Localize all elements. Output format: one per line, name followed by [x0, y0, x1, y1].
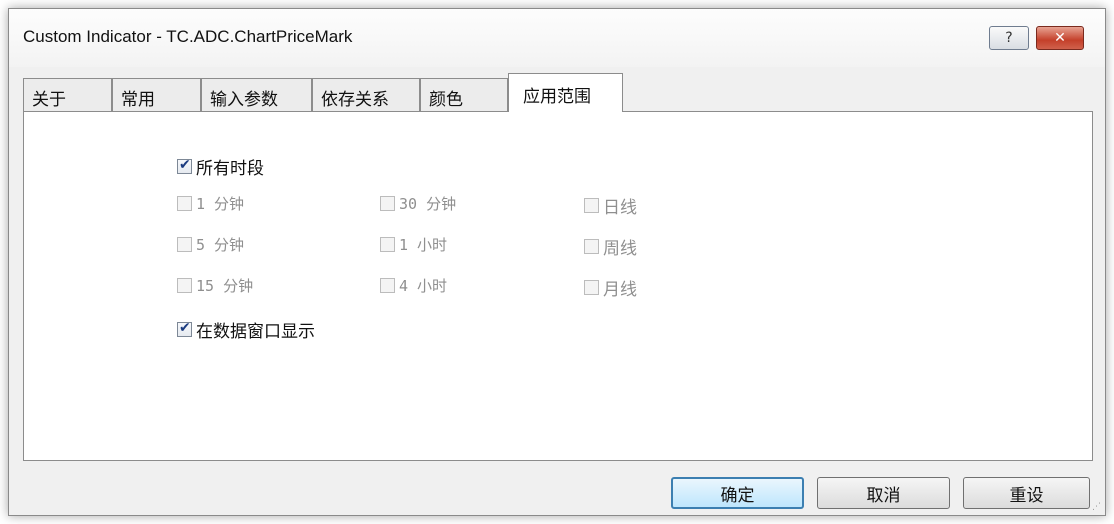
checkbox-label: 1 分钟: [196, 195, 245, 213]
title-bar[interactable]: Custom Indicator - TC.ADC.ChartPriceMark…: [9, 9, 1105, 67]
period-checkbox-m30[interactable]: 30 分钟: [380, 193, 456, 214]
tab-inputs[interactable]: 输入参数: [201, 78, 312, 111]
checkbox-icon[interactable]: [177, 237, 192, 252]
resize-grip-icon[interactable]: ⋰: [1092, 502, 1102, 512]
checkbox-label: 周线: [603, 239, 637, 259]
tab-visualization[interactable]: 应用范围: [508, 73, 623, 112]
close-button[interactable]: ✕: [1036, 26, 1084, 50]
period-checkbox-h1[interactable]: 1 小时: [380, 234, 447, 255]
tab-about[interactable]: 关于: [23, 78, 112, 111]
close-icon: ✕: [1054, 30, 1066, 46]
checkbox-icon[interactable]: [380, 196, 395, 211]
period-checkbox-m15[interactable]: 15 分钟: [177, 275, 253, 296]
tab-label: 应用范围: [523, 87, 591, 107]
checkbox-checked-icon[interactable]: [177, 157, 192, 174]
checkbox-icon[interactable]: [584, 198, 599, 213]
checkbox-checked-icon[interactable]: [177, 320, 192, 337]
checkbox-icon[interactable]: [380, 278, 395, 293]
reset-button[interactable]: 重设: [963, 477, 1090, 509]
period-checkbox-w1[interactable]: 周线: [584, 234, 637, 259]
help-button[interactable]: ?: [989, 26, 1029, 50]
tab-label: 颜色: [429, 90, 463, 110]
all-periods-checkbox[interactable]: 所有时段: [177, 154, 264, 179]
window-title: Custom Indicator - TC.ADC.ChartPriceMark: [23, 27, 353, 46]
checkbox-label: 1 小时: [399, 236, 448, 254]
checkbox-label: 月线: [603, 280, 637, 300]
show-in-data-window-checkbox[interactable]: 在数据窗口显示: [177, 317, 315, 342]
checkbox-label: 15 分钟: [196, 277, 254, 295]
checkbox-label: 在数据窗口显示: [196, 322, 315, 342]
button-label: 取消: [866, 485, 901, 506]
period-checkbox-h4[interactable]: 4 小时: [380, 275, 447, 296]
period-checkbox-mn1[interactable]: 月线: [584, 275, 637, 300]
tab-label: 输入参数: [210, 90, 278, 110]
tab-dependencies[interactable]: 依存关系: [312, 78, 420, 111]
tab-label: 依存关系: [321, 90, 389, 110]
cancel-button[interactable]: 取消: [817, 477, 950, 509]
tab-colors[interactable]: 颜色: [420, 78, 508, 111]
tab-label: 关于: [32, 90, 66, 110]
checkbox-label: 5 分钟: [196, 236, 245, 254]
checkbox-icon[interactable]: [380, 237, 395, 252]
checkbox-icon[interactable]: [584, 239, 599, 254]
period-checkbox-d1[interactable]: 日线: [584, 193, 637, 218]
button-label: 重设: [1009, 485, 1044, 506]
tab-common[interactable]: 常用: [112, 78, 201, 111]
indicator-dialog: Custom Indicator - TC.ADC.ChartPriceMark…: [8, 8, 1106, 516]
visualization-panel: 所有时段 1 分钟 30 分钟 日线 5 分钟 1 小时 周线 15 分: [23, 111, 1093, 461]
help-icon: ?: [1005, 30, 1013, 46]
ok-button[interactable]: 确定: [671, 477, 804, 509]
tab-label: 常用: [121, 90, 155, 110]
checkbox-label: 4 小时: [399, 277, 448, 295]
period-checkbox-m5[interactable]: 5 分钟: [177, 234, 244, 255]
period-checkbox-m1[interactable]: 1 分钟: [177, 193, 244, 214]
checkbox-icon[interactable]: [584, 280, 599, 295]
checkbox-label: 30 分钟: [399, 195, 457, 213]
checkbox-label: 日线: [603, 198, 637, 218]
checkbox-label: 所有时段: [196, 159, 264, 179]
button-label: 确定: [720, 485, 755, 506]
checkbox-icon[interactable]: [177, 278, 192, 293]
checkbox-icon[interactable]: [177, 196, 192, 211]
